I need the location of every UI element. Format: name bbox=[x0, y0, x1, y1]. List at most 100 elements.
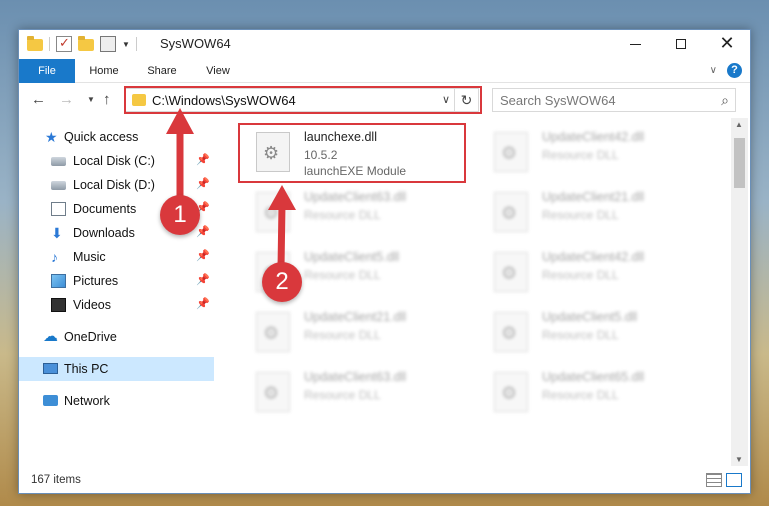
sidebar-item-onedrive[interactable]: ☁ OneDrive bbox=[19, 325, 214, 349]
sidebar-item-label: Documents bbox=[73, 202, 137, 216]
file-type: Resource DLL bbox=[304, 208, 381, 222]
large-icons-view-icon[interactable] bbox=[726, 473, 742, 487]
pin-icon[interactable]: 📌 bbox=[196, 153, 210, 166]
file-name: UpdateClient5.dll bbox=[304, 250, 400, 264]
network-icon bbox=[43, 395, 58, 406]
file-name: UpdateClient42.dll bbox=[542, 130, 645, 144]
file-item[interactable]: UpdateClient63.dll Resource DLL bbox=[242, 186, 472, 242]
navigation-pane: ★ Quick access Local Disk (C:) 📌 Local D… bbox=[19, 120, 214, 465]
scroll-up-chevron-icon[interactable]: ▲ bbox=[735, 120, 743, 129]
separator bbox=[49, 37, 50, 51]
scroll-down-chevron-icon[interactable]: ▼ bbox=[735, 455, 743, 464]
ribbon-right: ∨ ? bbox=[710, 63, 742, 78]
file-type: Resource DLL bbox=[542, 388, 619, 402]
view-switcher bbox=[706, 473, 742, 487]
address-highlight-box bbox=[124, 86, 482, 114]
vertical-scrollbar[interactable]: ▲ ▼ bbox=[731, 118, 748, 466]
recent-locations-chevron-icon[interactable]: ▼ bbox=[87, 95, 95, 104]
drive-icon bbox=[51, 157, 66, 166]
pin-icon[interactable]: 📌 bbox=[196, 225, 210, 238]
pin-icon[interactable]: 📌 bbox=[196, 177, 210, 190]
tab-file[interactable]: File bbox=[19, 59, 75, 83]
dll-file-icon bbox=[256, 192, 290, 232]
file-type: Resource DLL bbox=[304, 328, 381, 342]
file-type: Resource DLL bbox=[304, 388, 381, 402]
details-view-icon[interactable] bbox=[706, 473, 722, 487]
maximize-button[interactable] bbox=[658, 30, 704, 58]
dll-file-icon bbox=[494, 132, 528, 172]
properties-check-icon[interactable] bbox=[56, 35, 72, 52]
tab-view[interactable]: View bbox=[195, 59, 241, 83]
status-bar: 167 items bbox=[19, 470, 750, 492]
sidebar-item-label: Quick access bbox=[64, 130, 139, 144]
file-item[interactable]: UpdateClient63.dll Resource DLL bbox=[242, 366, 472, 422]
step-badge-1: 1 bbox=[160, 195, 200, 235]
videos-icon bbox=[51, 298, 66, 312]
expand-ribbon-chevron-icon[interactable]: ∨ bbox=[710, 65, 717, 76]
folder-icon[interactable] bbox=[27, 36, 43, 51]
dll-file-icon bbox=[494, 252, 528, 292]
file-name: UpdateClient63.dll bbox=[304, 370, 407, 384]
file-name: UpdateClient42.dll bbox=[542, 250, 645, 264]
close-button[interactable]: ✕ bbox=[704, 30, 750, 58]
new-folder-icon[interactable] bbox=[78, 36, 94, 51]
search-input[interactable]: Search SysWOW64 ⌕ bbox=[492, 88, 736, 112]
file-item[interactable]: UpdateClient65.dll Resource DLL bbox=[480, 366, 710, 422]
sidebar-item-quick-access[interactable]: ★ Quick access bbox=[19, 125, 214, 149]
pin-icon[interactable]: 📌 bbox=[196, 273, 210, 286]
sidebar-item-music[interactable]: ♪ Music 📌 bbox=[19, 245, 214, 269]
sidebar-item-network[interactable]: Network bbox=[19, 389, 214, 413]
sidebar-item-label: OneDrive bbox=[64, 330, 117, 344]
file-name: UpdateClient21.dll bbox=[304, 310, 407, 324]
star-icon: ★ bbox=[45, 129, 58, 145]
search-placeholder: Search SysWOW64 bbox=[500, 93, 616, 108]
sidebar-item-local-disk-c[interactable]: Local Disk (C:) 📌 bbox=[19, 149, 214, 173]
back-arrow-icon[interactable]: ← bbox=[31, 91, 46, 108]
customize-toolbar-chevron-icon[interactable]: ▼ bbox=[122, 40, 130, 49]
documents-icon bbox=[51, 202, 66, 216]
separator bbox=[135, 37, 137, 51]
sidebar-item-label: Local Disk (D:) bbox=[73, 178, 155, 192]
pin-icon[interactable]: 📌 bbox=[196, 249, 210, 262]
file-item[interactable]: UpdateClient5.dll Resource DLL bbox=[480, 306, 710, 362]
file-item[interactable]: UpdateClient42.dll Resource DLL bbox=[480, 126, 710, 182]
file-item[interactable]: UpdateClient42.dll Resource DLL bbox=[480, 246, 710, 302]
minimize-icon bbox=[629, 43, 641, 45]
sidebar-item-label: Local Disk (C:) bbox=[73, 154, 155, 168]
step-badge-2: 2 bbox=[262, 262, 302, 302]
pin-icon[interactable]: 📌 bbox=[196, 297, 210, 310]
window-title: SysWOW64 bbox=[160, 36, 231, 51]
file-type: Resource DLL bbox=[542, 208, 619, 222]
file-name: UpdateClient63.dll bbox=[304, 190, 407, 204]
help-icon[interactable]: ? bbox=[727, 63, 742, 78]
sidebar-item-label: Downloads bbox=[73, 226, 135, 240]
tab-home[interactable]: Home bbox=[79, 59, 129, 83]
minimize-button[interactable] bbox=[612, 30, 658, 58]
dll-file-icon bbox=[256, 372, 290, 412]
cloud-icon: ☁ bbox=[43, 328, 58, 345]
properties-icon[interactable] bbox=[100, 36, 116, 52]
file-item[interactable]: UpdateClient21.dll Resource DLL bbox=[242, 306, 472, 362]
scroll-thumb[interactable] bbox=[734, 138, 745, 188]
music-icon: ♪ bbox=[51, 249, 58, 265]
pictures-icon bbox=[51, 274, 66, 288]
forward-arrow-icon[interactable]: → bbox=[59, 91, 74, 108]
file-name: UpdateClient65.dll bbox=[542, 370, 645, 384]
sidebar-item-videos[interactable]: Videos 📌 bbox=[19, 293, 214, 317]
ribbon: File Home Share View ∨ ? bbox=[19, 59, 750, 83]
file-item[interactable]: UpdateClient21.dll Resource DLL bbox=[480, 186, 710, 242]
up-arrow-icon[interactable]: ↑ bbox=[103, 91, 111, 108]
sidebar-item-label: Network bbox=[64, 394, 110, 408]
sidebar-item-this-pc[interactable]: This PC bbox=[19, 357, 214, 381]
file-highlight-box bbox=[238, 123, 466, 183]
file-name: UpdateClient5.dll bbox=[542, 310, 638, 324]
tab-share[interactable]: Share bbox=[137, 59, 187, 83]
sidebar-item-local-disk-d[interactable]: Local Disk (D:) 📌 bbox=[19, 173, 214, 197]
explorer-window: ▼ SysWOW64 ✕ File Home Share View ∨ ? ← … bbox=[18, 29, 751, 494]
search-icon[interactable]: ⌕ bbox=[721, 92, 729, 109]
file-type: Resource DLL bbox=[542, 148, 619, 162]
sidebar-item-pictures[interactable]: Pictures 📌 bbox=[19, 269, 214, 293]
quick-access-toolbar: ▼ bbox=[27, 35, 137, 52]
maximize-icon bbox=[676, 39, 686, 49]
file-name: UpdateClient21.dll bbox=[542, 190, 645, 204]
